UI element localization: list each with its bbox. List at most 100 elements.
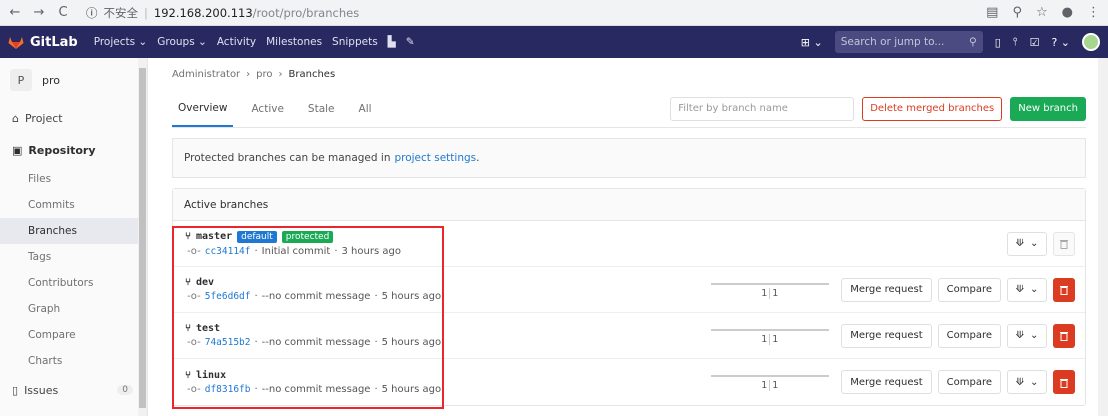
nav-projects[interactable]: Projects ⌄ [94,36,148,48]
commit-time: 5 hours ago [381,291,442,302]
delete-branch-button[interactable] [1053,323,1075,348]
breadcrumb-branches[interactable]: Branches [289,69,336,80]
compare-button[interactable]: Compare [937,277,1001,302]
table-row: ⑂ dev -o- 5fe6d6df · --no commit message… [173,267,1085,313]
download-dropdown[interactable]: ⟱ ⌄ [1007,323,1047,348]
breadcrumb-pro[interactable]: pro [256,69,272,80]
branch-icon: ⑂ [185,323,191,334]
nav-activity[interactable]: Activity [217,36,256,48]
sidebar-item-files[interactable]: Files [0,166,147,192]
separator-dot: · [254,337,258,348]
info-icon[interactable]: ⓘ [86,5,98,21]
divergence-divider [769,380,771,391]
branch-name[interactable]: test [196,323,220,334]
commit-sha[interactable]: df8316fb [205,384,251,395]
sidebar-item-repository[interactable]: ▣ Repository [0,134,147,166]
todos-icon[interactable]: ☑ [1030,36,1040,49]
delete-branch-button-disabled[interactable] [1053,231,1075,256]
new-branch-button[interactable]: New branch [1010,96,1086,121]
merge-request-button[interactable]: Merge request [841,323,932,348]
sidebar-scrollbar[interactable] [138,58,147,416]
nav-snippets[interactable]: Snippets [332,36,378,48]
forward-icon[interactable]: → [32,5,46,20]
commit-line: -o- 5fe6d6df · --no commit message · 5 h… [185,291,441,302]
sidebar-item-graph[interactable]: Graph [0,296,147,322]
chart-icon[interactable]: ▙ [388,36,396,48]
commit-message[interactable]: --no commit message [262,291,371,302]
project-settings-link[interactable]: project settings [394,152,476,164]
sidebar-item-compare[interactable]: Compare [0,322,147,348]
commit-time: 5 hours ago [381,337,442,348]
profile-icon[interactable]: ● [1062,5,1073,20]
commit-message[interactable]: --no commit message [262,384,371,395]
notice-text: Protected branches can be managed in [184,152,391,164]
tab-stale[interactable]: Stale [302,90,341,127]
branch-tabs: Overview Active Stale All [172,90,378,127]
merge-request-button[interactable]: Merge request [841,370,932,394]
sidebar-item-charts[interactable]: Charts [0,348,147,374]
merge-request-button[interactable]: Merge request [841,277,932,302]
commit-message[interactable]: --no commit message [262,337,371,348]
behind-count: 1 [761,380,768,391]
sidebar-project-header[interactable]: P pro [0,58,147,102]
bookmark-star-icon[interactable]: ☆ [1036,5,1048,20]
sidebar-item-label: Repository [28,143,96,157]
sidebar-item-issues[interactable]: ▯ Issues 0 [0,374,147,406]
download-dropdown[interactable]: ⟱ ⌄ [1007,370,1047,394]
filter-branch-input[interactable]: Filter by branch name [670,96,855,121]
tab-active[interactable]: Active [245,90,289,127]
commit-sha[interactable]: 5fe6d6df [205,291,251,302]
download-dropdown[interactable]: ⟱ ⌄ [1007,231,1047,256]
delete-merged-branches-button[interactable]: Delete merged branches [862,96,1003,121]
delete-branch-button[interactable] [1053,277,1075,302]
chevron-down-icon: ⌄ [1030,284,1039,295]
sidebar-scroll-thumb[interactable] [139,68,146,408]
address-bar[interactable]: ⓘ 不安全 | 192.168.200.113/root/pro/branche… [86,5,986,21]
delete-branch-button[interactable] [1053,370,1075,394]
merge-requests-icon[interactable]: ⫯ [1013,35,1018,49]
sidebar-item-contributors[interactable]: Contributors [0,270,147,296]
download-dropdown[interactable]: ⟱ ⌄ [1007,277,1047,302]
search-placeholder: Search or jump to... [840,36,945,48]
compare-button[interactable]: Compare [937,370,1001,394]
project-avatar: P [10,69,32,91]
trash-icon [1060,240,1068,249]
wrench-icon[interactable]: ✎ [406,36,415,48]
nav-groups[interactable]: Groups ⌄ [157,36,207,48]
issues-icon[interactable]: ▯ [995,36,1001,49]
search-input[interactable]: Search or jump to... ⚲ [834,31,983,53]
zoom-icon[interactable]: ⚲ [1012,5,1022,20]
branch-name[interactable]: master [196,231,232,242]
notice-end: . [476,152,480,164]
toolbar-actions: Filter by branch name Delete merged bran… [670,96,1086,121]
avatar[interactable] [1082,33,1100,51]
plus-square-icon[interactable]: ⊞ ⌄ [801,36,823,49]
row-actions: 1 1 Merge request Compare ⟱ ⌄ [711,369,1075,395]
help-icon[interactable]: ? ⌄ [1051,36,1070,49]
back-icon[interactable]: ← [8,5,22,20]
sidebar-item-commits[interactable]: Commits [0,192,147,218]
breadcrumb-administrator[interactable]: Administrator [172,69,240,80]
menu-kebab-icon[interactable]: ⋮ [1087,5,1100,20]
branch-name[interactable]: linux [196,370,226,381]
reload-icon[interactable]: C [56,5,70,20]
sidebar-item-label: Project [24,111,63,125]
tab-all[interactable]: All [353,90,378,127]
row-actions: 1 1 Merge request Compare ⟱ ⌄ [711,323,1075,349]
commit-sha[interactable]: 74a515b2 [205,337,251,348]
gitlab-logo[interactable]: GitLab [8,35,78,50]
commit-line: -o- df8316fb · --no commit message · 5 h… [185,384,441,395]
page-scrollbar[interactable] [1098,58,1108,416]
commit-time: 5 hours ago [381,383,442,395]
sidebar-item-tags[interactable]: Tags [0,244,147,270]
commit-message[interactable]: Initial commit [262,246,331,257]
separator-dot: · [374,291,378,302]
sidebar-item-branches[interactable]: Branches [0,218,147,244]
branch-name[interactable]: dev [196,277,214,288]
translate-icon[interactable]: ▤ [986,5,998,20]
commit-sha[interactable]: cc34114f [205,246,251,257]
compare-button[interactable]: Compare [937,323,1001,348]
tab-overview[interactable]: Overview [172,90,234,127]
sidebar-item-project[interactable]: ⌂ Project [0,102,147,134]
nav-milestones[interactable]: Milestones [266,36,322,48]
